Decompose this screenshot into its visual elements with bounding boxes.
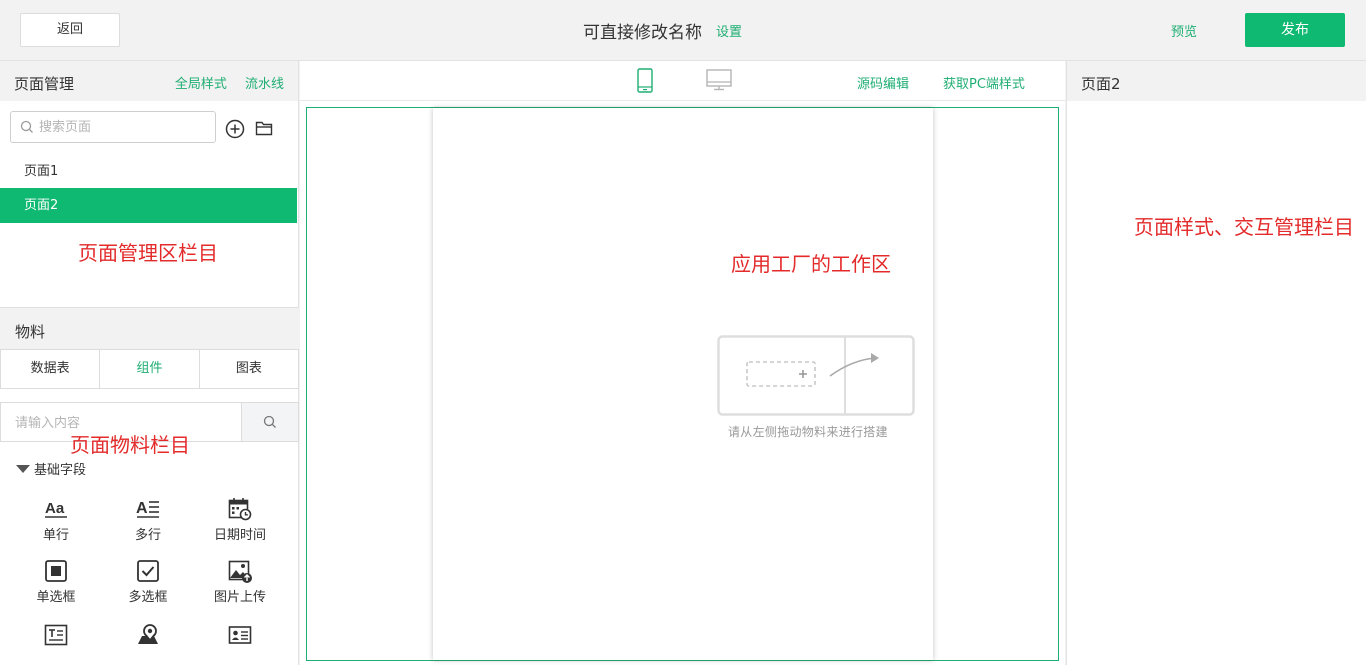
field-label: 多行 <box>134 528 161 543</box>
multi-line-text-icon: A <box>136 500 159 518</box>
get-pc-style-link[interactable]: 获取PC端样式 <box>943 73 1025 92</box>
drag-placeholder-icon <box>717 335 915 416</box>
app-root: 返回 可直接修改名称 设置 预览 发布 页面管理 全局样式 流水线 搜索页面 页… <box>0 0 1366 665</box>
search-icon <box>263 415 276 428</box>
calendar-clock-icon <box>228 498 252 521</box>
group-title-label: 基础字段 <box>34 463 87 478</box>
field-datetime[interactable]: 日期时间 <box>194 497 286 549</box>
image-upload-icon <box>228 560 252 583</box>
page-manager-title: 页面管理 <box>14 75 75 93</box>
workspace-annotation: 应用工厂的工作区 <box>731 252 891 276</box>
text-card-icon <box>44 624 68 646</box>
canvas-toolbar: 源码编辑 获取PC端样式 <box>300 61 1065 101</box>
app-title[interactable]: 可直接修改名称 <box>583 18 702 43</box>
field-label: 多选框 <box>128 590 168 605</box>
field-label: 单选框 <box>36 590 76 605</box>
back-button[interactable]: 返回 <box>20 13 120 47</box>
field-label: 日期时间 <box>213 528 266 543</box>
desktop-icon[interactable] <box>706 69 732 91</box>
tab-components[interactable]: 组件 <box>100 350 200 388</box>
page-manager-annotation: 页面管理区栏目 <box>78 241 218 265</box>
location-icon <box>138 624 158 644</box>
field-radio[interactable]: 单选框 <box>10 559 102 611</box>
global-style-link[interactable]: 全局样式 <box>175 77 227 92</box>
top-header: 返回 可直接修改名称 设置 预览 发布 <box>0 0 1366 61</box>
source-edit-link[interactable]: 源码编辑 <box>857 73 909 92</box>
radio-box-icon <box>45 560 67 582</box>
materials-search-button[interactable] <box>241 403 298 441</box>
svg-text:Aa: Aa <box>45 500 65 517</box>
title-area: 可直接修改名称 设置 <box>583 18 742 43</box>
page-search-input[interactable] <box>39 116 209 138</box>
field-image-upload[interactable]: 图片上传 <box>194 559 286 611</box>
materials-title: 物料 <box>15 323 46 341</box>
id-card-icon <box>228 626 252 644</box>
empty-hint: 请从左侧拖动物料来进行搭建 <box>728 425 888 439</box>
page-list-item-active[interactable]: 页面2 <box>0 188 297 223</box>
right-panel: 页面2 页面样式、交互管理栏目 <box>1066 61 1366 665</box>
tab-charts[interactable]: 图表 <box>200 350 298 388</box>
properties-header: 页面2 <box>1067 61 1366 101</box>
field-checkbox[interactable]: 多选框 <box>102 559 194 611</box>
field-label: 图片上传 <box>213 590 266 605</box>
add-circle-icon[interactable] <box>225 119 245 139</box>
preview-link[interactable]: 预览 <box>1171 21 1197 40</box>
properties-annotation: 页面样式、交互管理栏目 <box>1134 215 1354 239</box>
field-multi-line[interactable]: A 多行 <box>102 497 194 549</box>
settings-link[interactable]: 设置 <box>716 21 742 40</box>
materials-header: 物料 <box>0 307 299 350</box>
field-location[interactable] <box>102 623 194 665</box>
tab-data-table[interactable]: 数据表 <box>1 350 101 388</box>
pipeline-link[interactable]: 流水线 <box>245 77 284 92</box>
page-manager-links: 全局样式 流水线 <box>161 73 284 92</box>
materials-annotation: 页面物料栏目 <box>70 433 190 457</box>
page-manager-header: 页面管理 全局样式 流水线 <box>0 61 298 101</box>
svg-text:A: A <box>136 500 148 517</box>
publish-button[interactable]: 发布 <box>1245 13 1345 47</box>
caret-down-icon <box>16 464 30 473</box>
folder-icon[interactable] <box>255 120 273 136</box>
checkbox-icon <box>137 560 159 582</box>
properties-title: 页面2 <box>1081 75 1121 93</box>
field-id-card[interactable] <box>194 623 286 665</box>
single-line-text-icon: Aa <box>45 500 67 518</box>
materials-tabs: 数据表 组件 图表 <box>0 349 299 389</box>
left-panel: 页面管理 全局样式 流水线 页面1 页面2 页面管理区栏目 物料 <box>0 61 299 665</box>
page-list-item[interactable]: 页面1 <box>0 154 297 189</box>
mobile-icon[interactable] <box>637 68 653 93</box>
field-single-line[interactable]: Aa 单行 <box>10 497 102 549</box>
field-text-card[interactable] <box>10 623 102 665</box>
basic-fields-group[interactable]: 基础字段 <box>16 459 86 478</box>
phone-canvas[interactable]: 应用工厂的工作区 请从左侧拖动物料来进行搭建 <box>433 108 933 660</box>
workspace: 应用工厂的工作区 请从左侧拖动物料来进行搭建 <box>300 101 1065 665</box>
field-label: 单行 <box>42 528 69 543</box>
page-search-box <box>10 111 216 143</box>
search-icon <box>20 120 33 133</box>
